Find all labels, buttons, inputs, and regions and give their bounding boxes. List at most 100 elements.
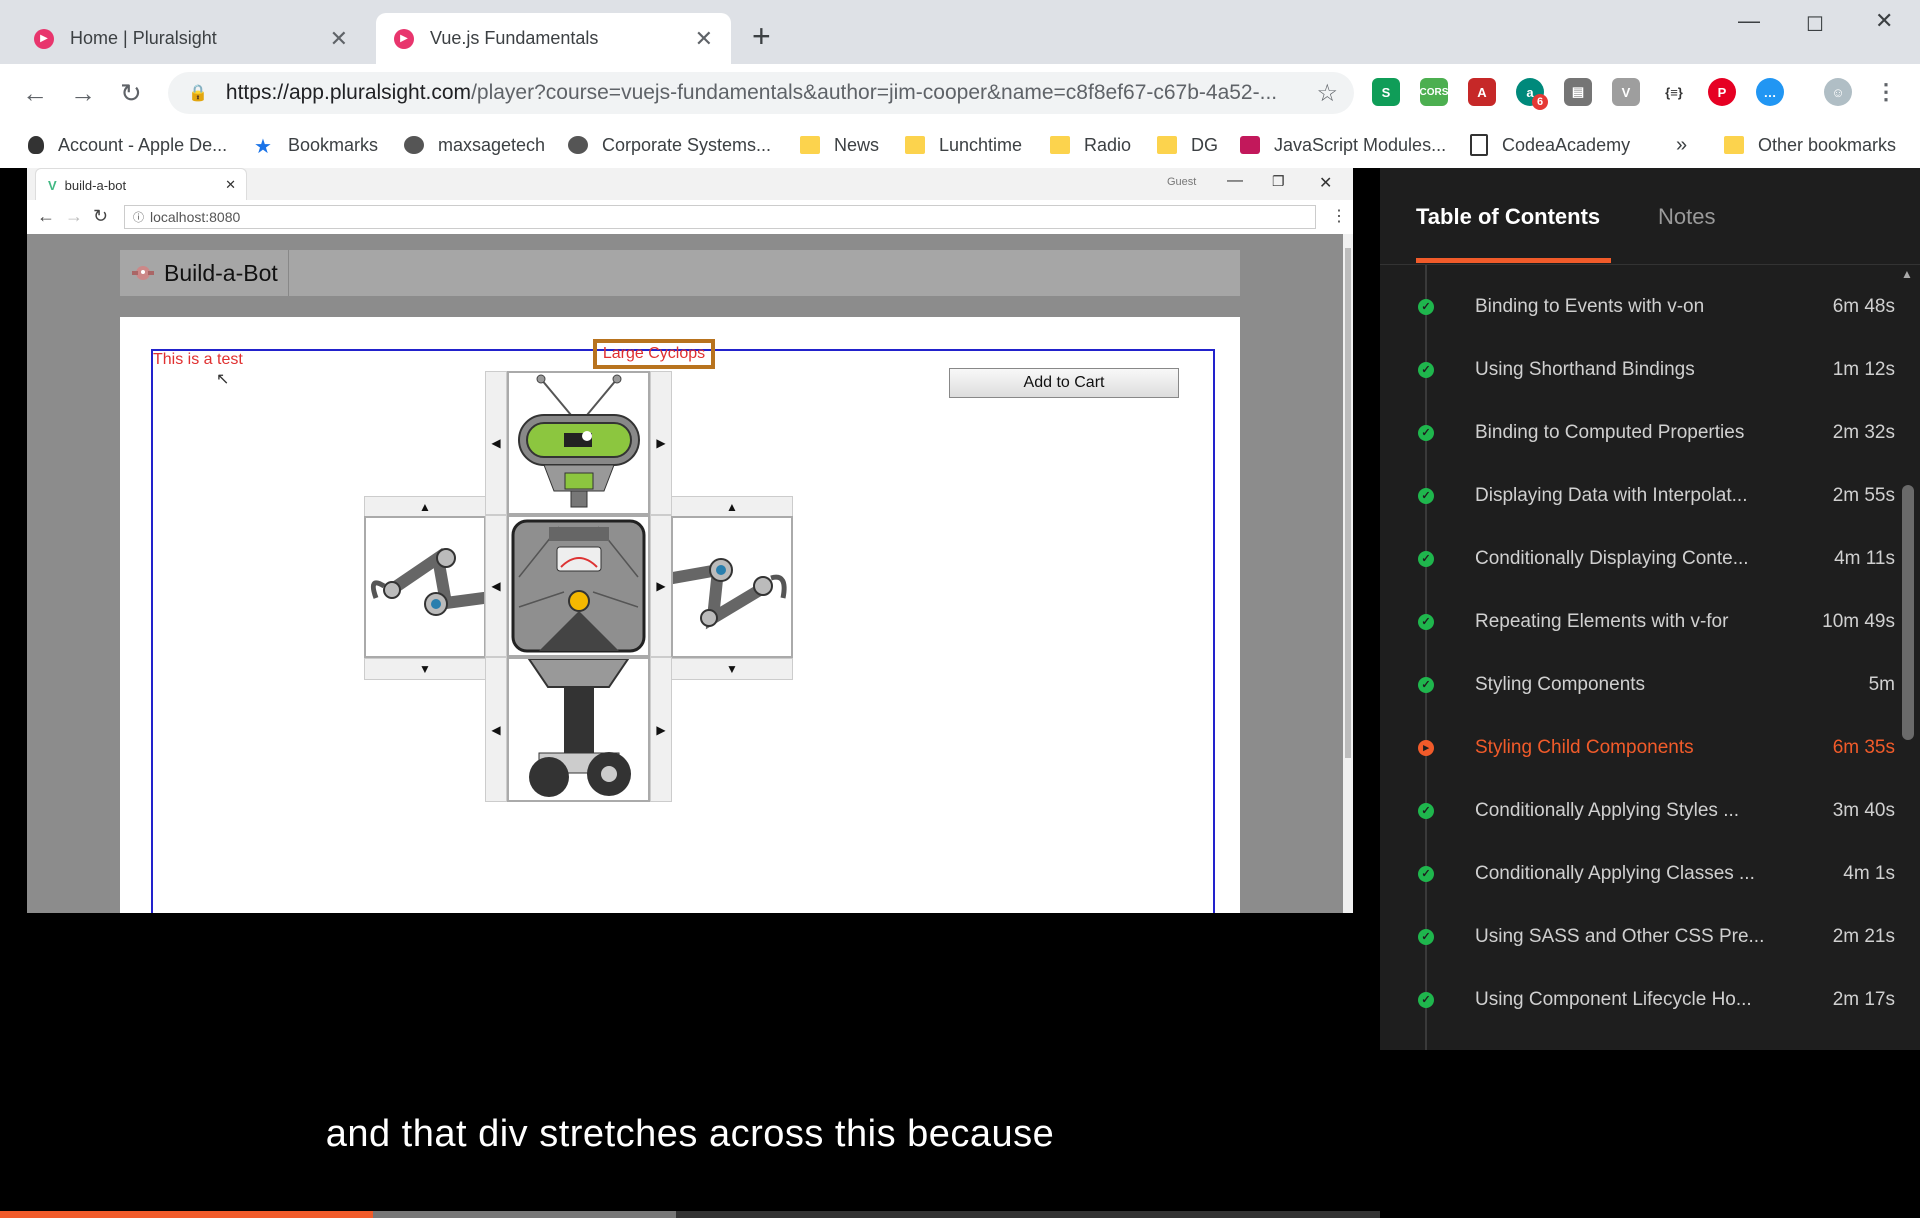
clip-title: Conditionally Applying Styles ... [1475,799,1740,821]
app-brand: Build-a-Bot [120,250,289,296]
bookmark-apple[interactable]: Account - Apple De... [28,122,227,168]
right-arm-next-button[interactable]: ▼ [671,658,793,680]
extension-comment-icon[interactable]: ▤ [1564,78,1592,106]
add-to-cart-button[interactable]: Add to Cart [949,368,1179,398]
torso-next-button[interactable]: ▶ [650,515,672,657]
bookmark-codeaacademy[interactable]: CodeaAcademy [1470,122,1630,168]
globe-icon [404,136,424,154]
clip-item[interactable]: ✓ Conditionally Applying Classes ... 4m 1s [1380,842,1895,905]
tab-notes[interactable]: Notes [1658,204,1715,230]
maximize-icon[interactable]: ☐ [1806,12,1824,37]
clip-item[interactable]: ✓ Using Shorthand Bindings 1m 12s [1380,338,1895,401]
forward-icon[interactable]: → [70,78,96,109]
address-bar[interactable]: 🔒 https://app.pluralsight.com/player?cou… [168,72,1354,114]
left-arm-next-button[interactable]: ▼ [364,658,486,680]
robot-right-arm-image [673,558,787,630]
window-close-icon[interactable]: ✕ [1875,8,1893,34]
bookmark-folder-news[interactable]: News [800,122,879,168]
bookmark-star-icon[interactable]: ☆ [1316,79,1338,108]
clip-item[interactable]: ✓ Binding to Computed Properties 2m 32s [1380,401,1895,464]
clip-item[interactable]: ✓ Using Component Lifecycle Ho... 2m 17s [1380,968,1895,1031]
base-next-button[interactable]: ▶ [650,657,672,802]
clip-duration: 5m [1868,673,1895,695]
robot-head-image [518,374,640,508]
bookmark-bookmarks[interactable]: ★ Bookmarks [254,122,378,168]
tab-home-pluralsight[interactable]: ▶ Home | Pluralsight ✕ [16,13,366,64]
head-prev-button[interactable]: ◀ [485,371,507,515]
clip-title: Styling Child Components [1475,736,1694,758]
menu-icon[interactable]: ⋮ [1872,78,1900,106]
course-sidebar: Table of Contents Notes ✓ Binding to Even… [1380,168,1920,1050]
new-tab-icon[interactable]: + [752,18,771,55]
clip-title: Styling Components [1475,673,1646,695]
base-prev-button[interactable]: ◀ [485,657,507,802]
tab-table-of-contents[interactable]: Table of Contents [1416,204,1600,230]
tab-vuejs-fundamentals[interactable]: ▶ Vue.js Fundamentals ✕ [376,13,731,64]
inner-close-icon: ✕ [1319,175,1333,192]
inner-tab-strip: V build-a-bot ✕ Guest — ❐ ✕ [27,168,1353,201]
clip-item[interactable]: ✓ Conditionally Displaying Conte... 4m 11s [1380,527,1895,590]
codecademy-icon [1470,134,1488,156]
tab-title: Vue.js Fundamentals [430,28,599,48]
check-icon: ✓ [1418,802,1434,819]
scroll-up-icon[interactable]: ▲ [1901,267,1913,281]
video-progress-bar[interactable] [0,1211,1380,1218]
clip-title: Using SASS and Other CSS Pre... [1475,925,1765,947]
back-icon[interactable]: ← [22,78,48,109]
minimize-icon[interactable]: — [1738,8,1760,34]
sidebar-scrollbar-thumb[interactable] [1902,485,1914,740]
clip-item[interactable]: ✓ Displaying Data with Interpolat... 2m 55… [1380,464,1895,527]
base-part [507,657,650,802]
inner-profile-label: Guest [1167,176,1197,188]
inner-reload-icon: ↻ [93,206,109,226]
extension-json-icon[interactable]: {≡} [1660,78,1688,106]
robot-builder: This is a test ↖ Large Cyclops Add to Ca… [120,317,1240,913]
mouse-cursor-icon: ↖ [216,371,230,388]
left-arm-prev-button[interactable]: ▲ [364,496,486,518]
torso-prev-button[interactable]: ◀ [485,515,507,657]
check-icon: ✓ [1418,613,1434,630]
avatar[interactable]: ☺ [1824,78,1852,106]
star-icon: ★ [254,136,272,158]
bookmark-folder-radio[interactable]: Radio [1050,122,1131,168]
info-icon: ⓘ [133,212,144,224]
sidebar-scrollbar[interactable]: ▲ [1895,265,1920,1050]
clip-item[interactable]: ✓ Repeating Elements with v-for 10m 49s [1380,590,1895,653]
pluralsight-icon: ▶ [394,28,414,49]
reload-icon[interactable]: ↻ [120,78,142,109]
folder-icon [905,136,925,154]
bookmark-javascript-modules[interactable]: JavaScript Modules... [1240,122,1446,168]
extension-pdf-icon[interactable]: A [1468,78,1496,106]
extension-v-icon[interactable]: V [1612,78,1640,106]
table-of-contents: ✓ Binding to Events with v-on 6m 48s ✓ Using… [1380,265,1895,1050]
clip-title: Binding to Events with v-on [1475,295,1705,317]
bookmark-other-bookmarks[interactable]: Other bookmarks [1724,122,1896,168]
extension-chat-icon[interactable]: … [1756,78,1784,106]
clip-title: Using Shorthand Bindings [1475,358,1695,380]
clip-item[interactable]: ▸ Styling Child Components 6m 35s [1380,716,1895,779]
apple-icon [28,136,44,154]
bookmark-folder-lunchtime[interactable]: Lunchtime [905,122,1022,168]
close-icon[interactable]: ✕ [695,26,713,52]
bookmark-corporate-systems[interactable]: Corporate Systems... [568,122,771,168]
extension-cors-icon[interactable]: CORS [1420,78,1448,106]
video-player[interactable]: V build-a-bot ✕ Guest — ❐ ✕ ← → ↻ ⓘ local… [0,168,1380,1218]
javascript-modules-icon [1240,136,1260,154]
globe-icon [568,136,588,154]
check-icon: ✓ [1418,550,1434,567]
clip-duration: 4m 1s [1843,862,1895,884]
inner-restore-icon: ❐ [1272,173,1285,189]
bookmark-folder-dg[interactable]: DG [1157,122,1218,168]
clip-item[interactable]: ✓ Conditionally Applying Styles ... 3m 40s [1380,779,1895,842]
bookmark-maxsagetech[interactable]: maxsagetech [404,122,545,168]
right-arm-prev-button[interactable]: ▲ [671,496,793,518]
close-icon[interactable]: ✕ [330,26,348,52]
clip-item[interactable]: ✓ Styling Components 5m [1380,653,1895,716]
extension-s-icon[interactable]: S [1372,78,1400,106]
bookmarks-overflow[interactable]: » [1676,122,1687,168]
browser-tab-strip: ▶ Home | Pluralsight ✕ ▶ Vue.js Fundamen… [0,0,1920,64]
head-next-button[interactable]: ▶ [650,371,672,515]
pinterest-icon[interactable]: P [1708,78,1736,106]
clip-item[interactable]: ✓ Using SASS and Other CSS Pre... 2m 21s [1380,905,1895,968]
clip-item[interactable]: ✓ Binding to Events with v-on 6m 48s [1380,275,1895,338]
